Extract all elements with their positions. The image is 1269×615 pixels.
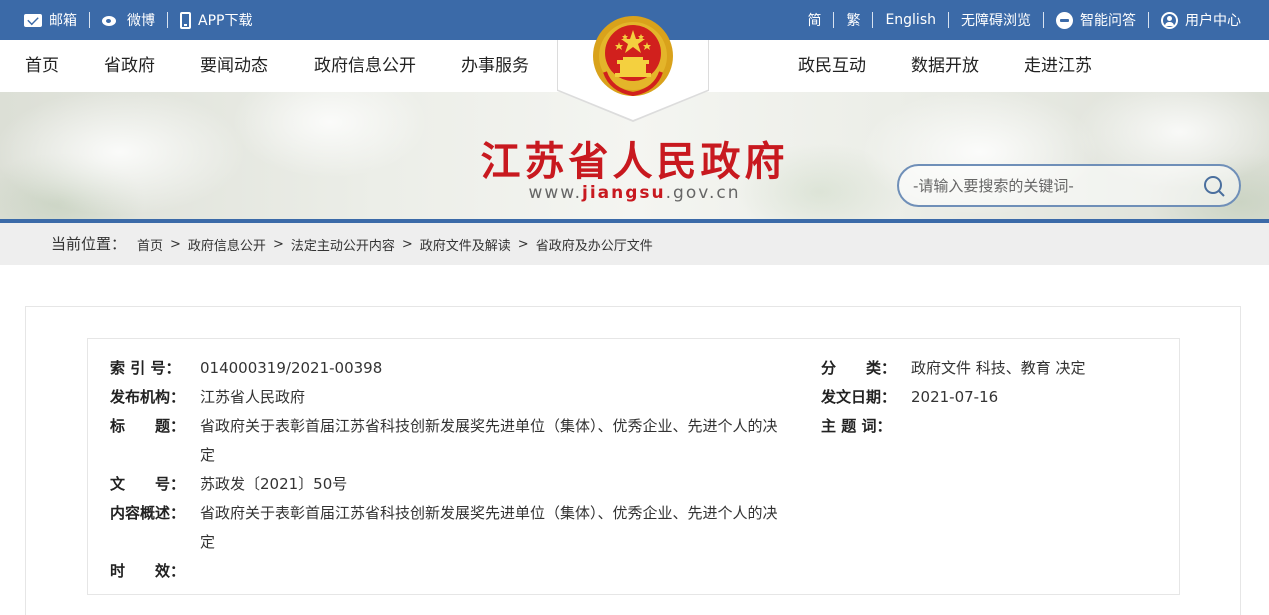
- app-download-link[interactable]: APP下载: [180, 10, 252, 30]
- divider: [1043, 12, 1044, 28]
- mail-label: 邮箱: [49, 13, 77, 29]
- phone-icon: [180, 11, 191, 29]
- breadcrumb-separator: >: [272, 236, 284, 252]
- nav-about-jiangsu[interactable]: 走进江苏: [1024, 40, 1092, 92]
- index-number-label: 索 引 号：: [110, 359, 181, 377]
- user-icon: [1161, 11, 1178, 29]
- subject-label: 主 题 词：: [821, 417, 892, 435]
- mail-link[interactable]: 邮箱: [24, 10, 77, 30]
- publisher-value: 江苏省人民政府: [200, 388, 306, 406]
- breadcrumb-separator: >: [517, 236, 529, 252]
- weibo-link[interactable]: 微博: [102, 10, 155, 30]
- accessibility-link[interactable]: 无障碍浏览: [961, 10, 1031, 30]
- issue-date-label: 发文日期：: [821, 388, 897, 406]
- breadcrumb-item-home[interactable]: 首页: [137, 235, 163, 254]
- nav-info-disclosure[interactable]: 政府信息公开: [314, 40, 416, 92]
- publisher-label: 发布机构：: [110, 388, 186, 406]
- smart-qa-link[interactable]: 智能问答: [1056, 10, 1136, 30]
- summary-value-line2: 定: [200, 533, 216, 551]
- user-center-label: 用户中心: [1185, 13, 1241, 29]
- topbar-right: 简 繁 English 无障碍浏览 智能问答 用户中心: [807, 0, 1241, 40]
- breadcrumb-label: 当前位置：: [51, 235, 127, 253]
- mail-icon: [24, 13, 42, 27]
- site-url-suffix: .gov.cn: [665, 183, 741, 203]
- divider: [89, 12, 90, 28]
- issue-date-value: 2021-07-16: [911, 388, 999, 406]
- smart-qa-label: 智能问答: [1080, 13, 1136, 29]
- validity-label: 时 效：: [110, 562, 186, 580]
- nav-open-data[interactable]: 数据开放: [911, 40, 979, 92]
- breadcrumb-item-statutory-content[interactable]: 法定主动公开内容: [291, 235, 395, 254]
- breadcrumb-bar: 当前位置： 首页 > 政府信息公开 > 法定主动公开内容 > 政府文件及解读 >…: [0, 223, 1269, 265]
- site-url-brand: jiangsu: [582, 183, 666, 203]
- divider: [872, 12, 874, 28]
- simplified-chinese-link[interactable]: 简: [807, 10, 821, 30]
- nav-home[interactable]: 首页: [25, 40, 59, 92]
- document-number-label: 文 号：: [110, 475, 186, 493]
- nav-interaction[interactable]: 政民互动: [798, 40, 866, 92]
- title-label: 标 题：: [110, 417, 186, 435]
- category-label: 分 类：: [821, 359, 897, 377]
- breadcrumb-separator: >: [170, 236, 181, 252]
- divider: [833, 12, 835, 28]
- breadcrumb: 首页 > 政府信息公开 > 法定主动公开内容 > 政府文件及解读 > 省政府及办…: [137, 223, 653, 265]
- app-download-label: APP下载: [198, 13, 253, 29]
- index-number-value: 014000319/2021-00398: [200, 359, 383, 377]
- site-url-prefix: www.: [528, 183, 583, 203]
- nav-services[interactable]: 办事服务: [461, 40, 529, 92]
- search-icon[interactable]: [1203, 175, 1225, 197]
- nav-provincial-government[interactable]: 省政府: [104, 40, 155, 92]
- user-center-link[interactable]: 用户中心: [1161, 10, 1241, 30]
- summary-label: 内容概述：: [110, 504, 186, 522]
- summary-value-line1: 省政府关于表彰首届江苏省科技创新发展奖先进单位（集体）、优秀企业、先进个人的决: [200, 504, 778, 522]
- search-input[interactable]: [913, 175, 1193, 197]
- document-number-value: 苏政发〔2021〕50号: [200, 475, 348, 493]
- divider: [167, 12, 168, 28]
- divider: [1148, 12, 1149, 28]
- breadcrumb-item-provincial-documents[interactable]: 省政府及办公厅文件: [536, 235, 653, 254]
- topbar-left: 邮箱 微博 APP下载: [24, 0, 252, 40]
- traditional-chinese-link[interactable]: 繁: [846, 10, 860, 30]
- document-metadata-table: 索 引 号： 014000319/2021-00398 分 类： 政府文件 科技…: [87, 338, 1180, 595]
- weibo-icon: [102, 13, 120, 27]
- english-link[interactable]: English: [885, 12, 936, 28]
- weibo-label: 微博: [127, 13, 155, 29]
- breadcrumb-item-info-disclosure[interactable]: 政府信息公开: [188, 235, 266, 254]
- search-box: [897, 164, 1241, 207]
- category-value: 政府文件 科技、教育 决定: [911, 359, 1086, 377]
- nav-news[interactable]: 要闻动态: [200, 40, 268, 92]
- national-emblem-icon[interactable]: [591, 14, 675, 98]
- title-value-line2: 定: [200, 446, 216, 464]
- breadcrumb-separator: >: [401, 236, 413, 252]
- title-value-line1: 省政府关于表彰首届江苏省科技创新发展奖先进单位（集体）、优秀企业、先进个人的决: [200, 417, 778, 435]
- breadcrumb-item-gov-documents[interactable]: 政府文件及解读: [420, 235, 511, 254]
- divider: [948, 12, 949, 28]
- chat-icon: [1056, 11, 1073, 29]
